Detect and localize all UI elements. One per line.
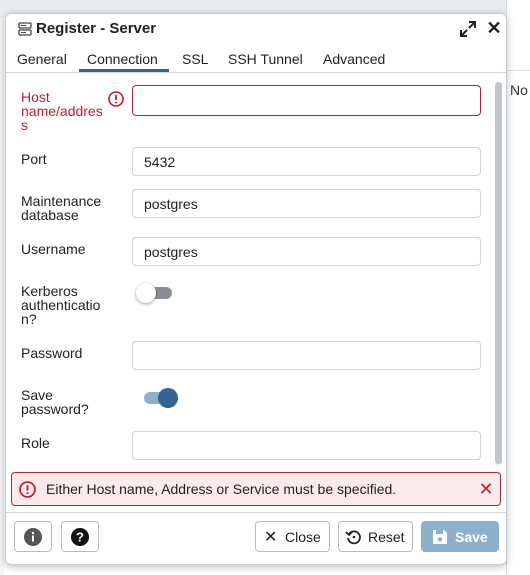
scrollbar-thumb[interactable] [495,82,502,464]
username-label: Username [21,241,86,257]
background-left-panel [0,18,4,575]
error-icon [108,91,124,107]
close-icon: ✕ [264,529,278,546]
save-password-label: Save password? [21,387,89,417]
save-icon [433,530,447,544]
error-alert: Either Host name, Address or Service mus… [11,472,501,506]
background-text-no: No [510,82,528,98]
host-label: Host name/addres s [21,89,103,133]
maintenance-db-input[interactable] [132,189,481,218]
port-label: Port [21,151,47,167]
tab-advanced[interactable]: Advanced [323,51,385,67]
tab-ssh-tunnel[interactable]: SSH Tunnel [228,51,303,67]
tab-bar: General Connection SSL SSH Tunnel Advanc… [6,44,506,73]
error-message: Either Host name, Address or Service mus… [46,481,397,497]
save-button[interactable]: Save [421,521,499,552]
connection-form: Host name/addres s Port Maintenance data… [6,74,496,474]
dismiss-error-icon[interactable]: ✕ [477,479,495,499]
info-icon [24,528,42,546]
tab-ssl[interactable]: SSL [182,51,208,67]
dialog-titlebar[interactable]: Register - Server ✕ [6,14,506,44]
background-divider [507,70,530,71]
toggle-knob [158,388,178,408]
password-input[interactable] [132,341,481,370]
port-input[interactable] [132,147,481,176]
svg-text:?: ? [76,530,84,545]
kerberos-toggle[interactable] [136,281,176,303]
kerberos-label: Kerberos authenticatio n? [21,283,101,327]
save-password-toggle[interactable] [142,386,182,408]
close-icon[interactable]: ✕ [484,18,504,38]
dialog-title: Register - Server [36,20,157,37]
help-button[interactable]: ? [61,521,99,552]
active-tab-indicator [79,69,169,72]
server-icon [18,22,32,36]
maximize-icon[interactable] [458,19,478,39]
host-input[interactable] [132,85,481,116]
toggle-knob [136,283,156,303]
tab-general[interactable]: General [17,51,67,67]
username-input[interactable] [132,237,481,266]
form-scrollbar[interactable] [495,82,502,466]
reset-icon [345,530,361,545]
error-icon [19,481,36,498]
close-button[interactable]: ✕ Close [255,521,330,552]
role-label: Role [21,435,50,451]
register-server-dialog: Register - Server ✕ General Connection S… [5,13,507,565]
role-input[interactable] [132,431,481,460]
help-icon: ? [71,528,89,546]
info-button[interactable] [14,521,52,552]
maintenance-db-label: Maintenance database [21,193,102,223]
tab-connection[interactable]: Connection [87,51,158,67]
dialog-footer: ? ✕ Close Reset Save [6,512,506,564]
password-label: Password [21,345,83,361]
reset-button[interactable]: Reset [338,521,413,552]
